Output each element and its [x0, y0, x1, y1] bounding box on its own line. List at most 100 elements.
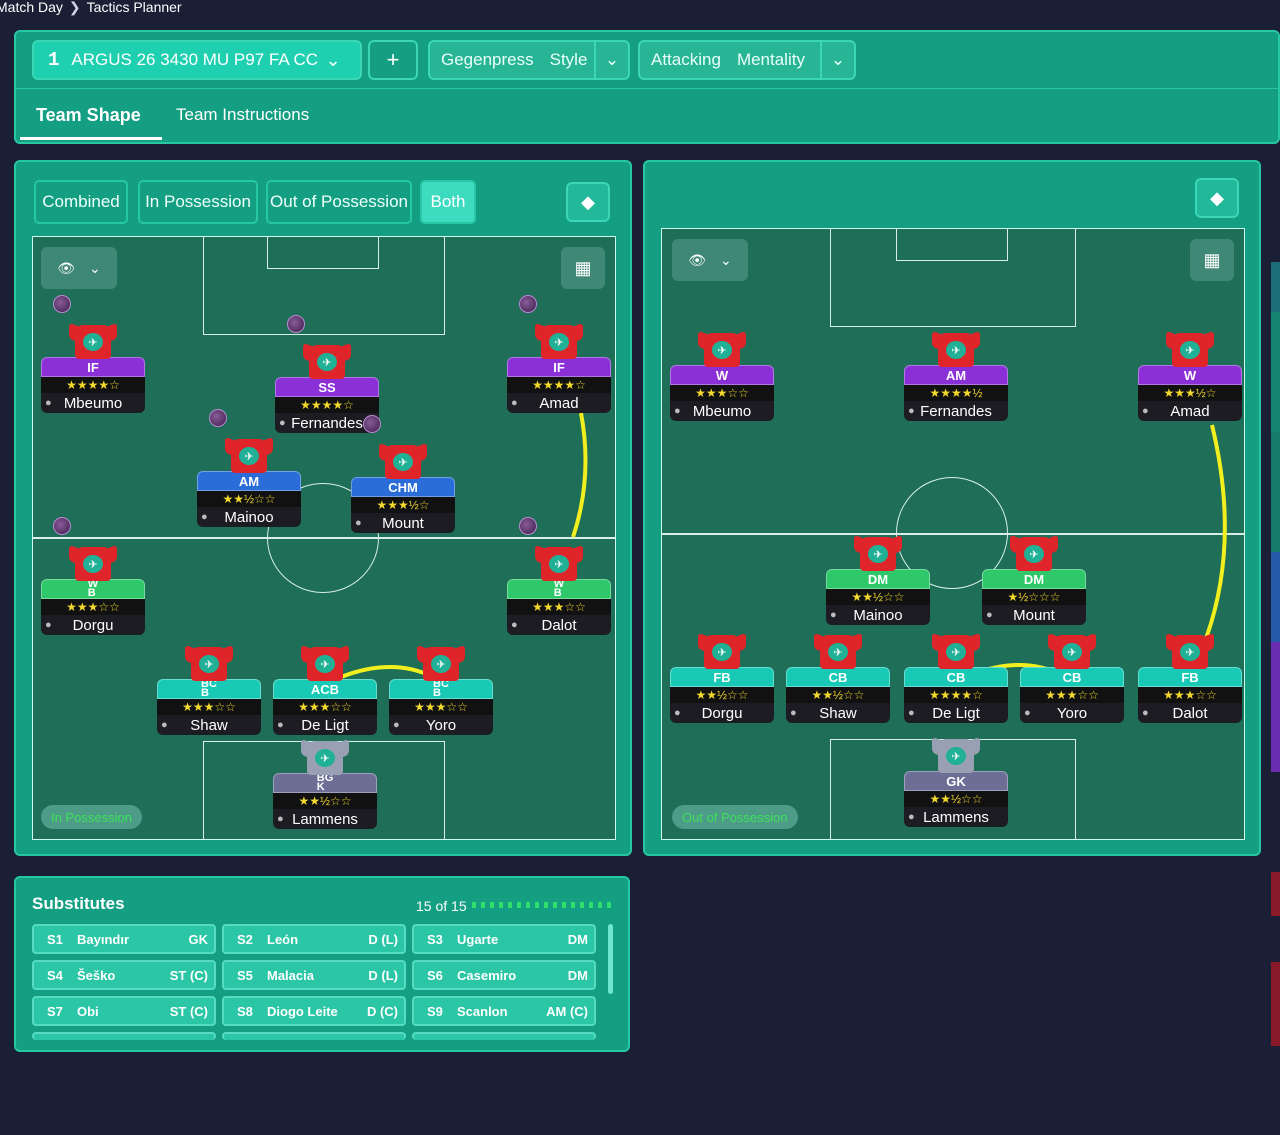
- club-badge-icon: ✈: [828, 643, 848, 661]
- player-name: Mainoo: [853, 606, 903, 624]
- player-card[interactable]: ✈ BG K ★★½☆☆ ● Lammens: [273, 738, 377, 829]
- player-name-row: ● Dalot: [507, 615, 611, 635]
- mentality-selector[interactable]: Attacking Mentality ⌄: [638, 40, 856, 80]
- pitch-out-of-possession: 👁 ⌄ ▦ Out of Possession ✈ W ★★★☆☆ ● Mbeumo ✈ AM…: [661, 228, 1245, 840]
- tactic-selector[interactable]: 1 ARGUS 26 3430 MU P97 FA CC ⌄: [32, 40, 362, 80]
- breadcrumb-tactics-planner[interactable]: Tactics Planner: [87, 0, 182, 15]
- player-card[interactable]: ✈ ACB ★★★☆☆ ● De Ligt: [273, 644, 377, 735]
- person-icon: ●: [1142, 707, 1149, 719]
- player-card[interactable]: ✈ CB ★★½☆☆ ● Shaw: [786, 632, 890, 723]
- role-rating-stars: ★★½☆☆: [197, 491, 301, 507]
- chevron-down-icon[interactable]: ⌄: [594, 42, 628, 78]
- substitute-item-partial[interactable]: [412, 1032, 596, 1040]
- player-card[interactable]: ✈ FB ★★★☆☆ ● Dalot: [1138, 632, 1242, 723]
- filter-in-possession[interactable]: In Possession: [138, 180, 258, 224]
- player-card[interactable]: ✈ W ★★★☆☆ ● Mbeumo: [670, 330, 774, 421]
- substitute-item[interactable]: S2 León D (L): [222, 924, 406, 954]
- sub-slot: S8: [237, 1003, 253, 1019]
- visibility-toggle[interactable]: 👁 ⌄: [672, 239, 748, 281]
- substitute-item-partial[interactable]: [32, 1032, 216, 1040]
- chevron-down-icon[interactable]: ⌄: [306, 42, 360, 78]
- person-icon: ●: [511, 397, 518, 409]
- substitute-item-partial[interactable]: [222, 1032, 406, 1040]
- mentality-label: Mentality: [736, 50, 805, 69]
- club-badge-icon: ✈: [712, 341, 732, 359]
- add-tactic-button[interactable]: +: [368, 40, 418, 80]
- substitute-item[interactable]: S7 Obi ST (C): [32, 996, 216, 1026]
- edge-strip: [1271, 312, 1280, 432]
- person-icon: ●: [830, 609, 837, 621]
- substitute-item[interactable]: S3 Ugarte DM: [412, 924, 596, 954]
- player-card[interactable]: ✈ CB ★★★★☆ ● De Ligt: [904, 632, 1008, 723]
- sub-position: AM (C): [546, 1003, 588, 1019]
- player-card[interactable]: ✈ CHM ★★★½☆ ● Mount: [351, 415, 455, 533]
- player-card[interactable]: ✈ IF ★★★★☆ ● Amad: [507, 295, 611, 413]
- filter-both[interactable]: Both: [420, 180, 476, 224]
- scrollbar[interactable]: [608, 924, 613, 994]
- shirt-icon: ✈: [301, 641, 349, 681]
- player-card[interactable]: ✈ DM ★★½☆☆ ● Mainoo: [826, 534, 930, 625]
- player-card[interactable]: ✈ W B ★★★☆☆ ● Dalot: [507, 517, 611, 635]
- player-card[interactable]: ✈ DM ★½☆☆☆ ● Mount: [982, 534, 1086, 625]
- player-card[interactable]: ✈ GK ★★½☆☆ ● Lammens: [904, 736, 1008, 827]
- player-role: W: [1138, 365, 1242, 385]
- filter-out-of-possession[interactable]: Out of Possession: [266, 180, 412, 224]
- style-selector[interactable]: Gegenpress Style ⌄: [428, 40, 630, 80]
- shirt-icon: ✈: [185, 641, 233, 681]
- right-shape-panel: ◆ 👁 ⌄ ▦ Out of Possession ✈ W ★★★☆☆ ● Mbeumo ✈…: [643, 160, 1261, 856]
- sub-position: D (L): [368, 931, 398, 947]
- player-name-row: ● Mainoo: [197, 507, 301, 527]
- club-badge-icon: ✈: [315, 655, 335, 673]
- chevron-right-icon: ❯: [68, 0, 81, 15]
- player-card[interactable]: ✈ AM ★★½☆☆ ● Mainoo: [197, 409, 301, 527]
- player-name-row: ● Amad: [507, 393, 611, 413]
- grid-icon[interactable]: ▦: [561, 247, 605, 289]
- role-rating-stars: ★★★½☆: [1138, 385, 1242, 401]
- role-rating-stars: ★★★☆☆: [157, 699, 261, 715]
- player-card[interactable]: ✈ AM ★★★★½ ● Fernandes: [904, 330, 1008, 421]
- sub-slot: S2: [237, 931, 253, 947]
- substitute-item[interactable]: S5 Malacia D (L): [222, 960, 406, 990]
- sub-position: GK: [188, 931, 209, 947]
- mentality-value: Attacking: [651, 50, 721, 69]
- club-badge-icon: ✈: [239, 447, 259, 465]
- club-badge-icon: ✈: [712, 643, 732, 661]
- tab-team-shape[interactable]: Team Shape: [36, 105, 141, 126]
- player-role: W B: [507, 579, 611, 599]
- player-card[interactable]: ✈ BC B ★★★☆☆ ● Yoro: [389, 644, 493, 735]
- filter-combined[interactable]: Combined: [34, 180, 128, 224]
- player-name: Mbeumo: [63, 394, 123, 412]
- person-icon: ●: [908, 811, 915, 823]
- player-card[interactable]: ✈ BC B ★★★☆☆ ● Shaw: [157, 644, 261, 735]
- shirt-icon: ✈: [932, 733, 980, 773]
- substitute-item[interactable]: S6 Casemiro DM: [412, 960, 596, 990]
- substitute-item[interactable]: S8 Diogo Leite D (C): [222, 996, 406, 1026]
- player-role: DM: [826, 569, 930, 589]
- player-card[interactable]: ✈ CB ★★★☆☆ ● Yoro: [1020, 632, 1124, 723]
- diamond-icon[interactable]: ◆: [566, 182, 610, 222]
- substitute-item[interactable]: S4 Šeško ST (C): [32, 960, 216, 990]
- player-card[interactable]: ✈ FB ★★½☆☆ ● Dorgu: [670, 632, 774, 723]
- person-icon: ●: [986, 609, 993, 621]
- grid-icon[interactable]: ▦: [1190, 239, 1234, 281]
- player-card[interactable]: ✈ IF ★★★★☆ ● Mbeumo: [41, 295, 145, 413]
- tactic-name: ARGUS 26 3430 MU P97 FA CC: [71, 50, 319, 69]
- substitute-item[interactable]: S9 Scanlon AM (C): [412, 996, 596, 1026]
- active-tab-underline: [20, 137, 162, 140]
- breadcrumb-match-day[interactable]: Match Day: [0, 0, 63, 15]
- visibility-toggle[interactable]: 👁 ⌄: [41, 247, 117, 289]
- player-name: Lammens: [923, 808, 989, 826]
- chevron-down-icon: ⌄: [89, 259, 101, 276]
- person-icon: ●: [393, 719, 400, 731]
- style-label: Style: [549, 50, 588, 69]
- person-icon: ●: [511, 619, 518, 631]
- player-role: CB: [904, 667, 1008, 687]
- player-card[interactable]: ✈ W ★★★½☆ ● Amad: [1138, 330, 1242, 421]
- chevron-down-icon[interactable]: ⌄: [820, 42, 854, 78]
- diamond-icon[interactable]: ◆: [1195, 178, 1239, 218]
- club-badge-icon: ✈: [199, 655, 219, 673]
- player-card[interactable]: ✈ W B ★★★☆☆ ● Dorgu: [41, 517, 145, 635]
- tab-team-instructions[interactable]: Team Instructions: [176, 105, 309, 125]
- sub-name: Malacia: [267, 967, 314, 983]
- substitute-item[interactable]: S1 Bayındır GK: [32, 924, 216, 954]
